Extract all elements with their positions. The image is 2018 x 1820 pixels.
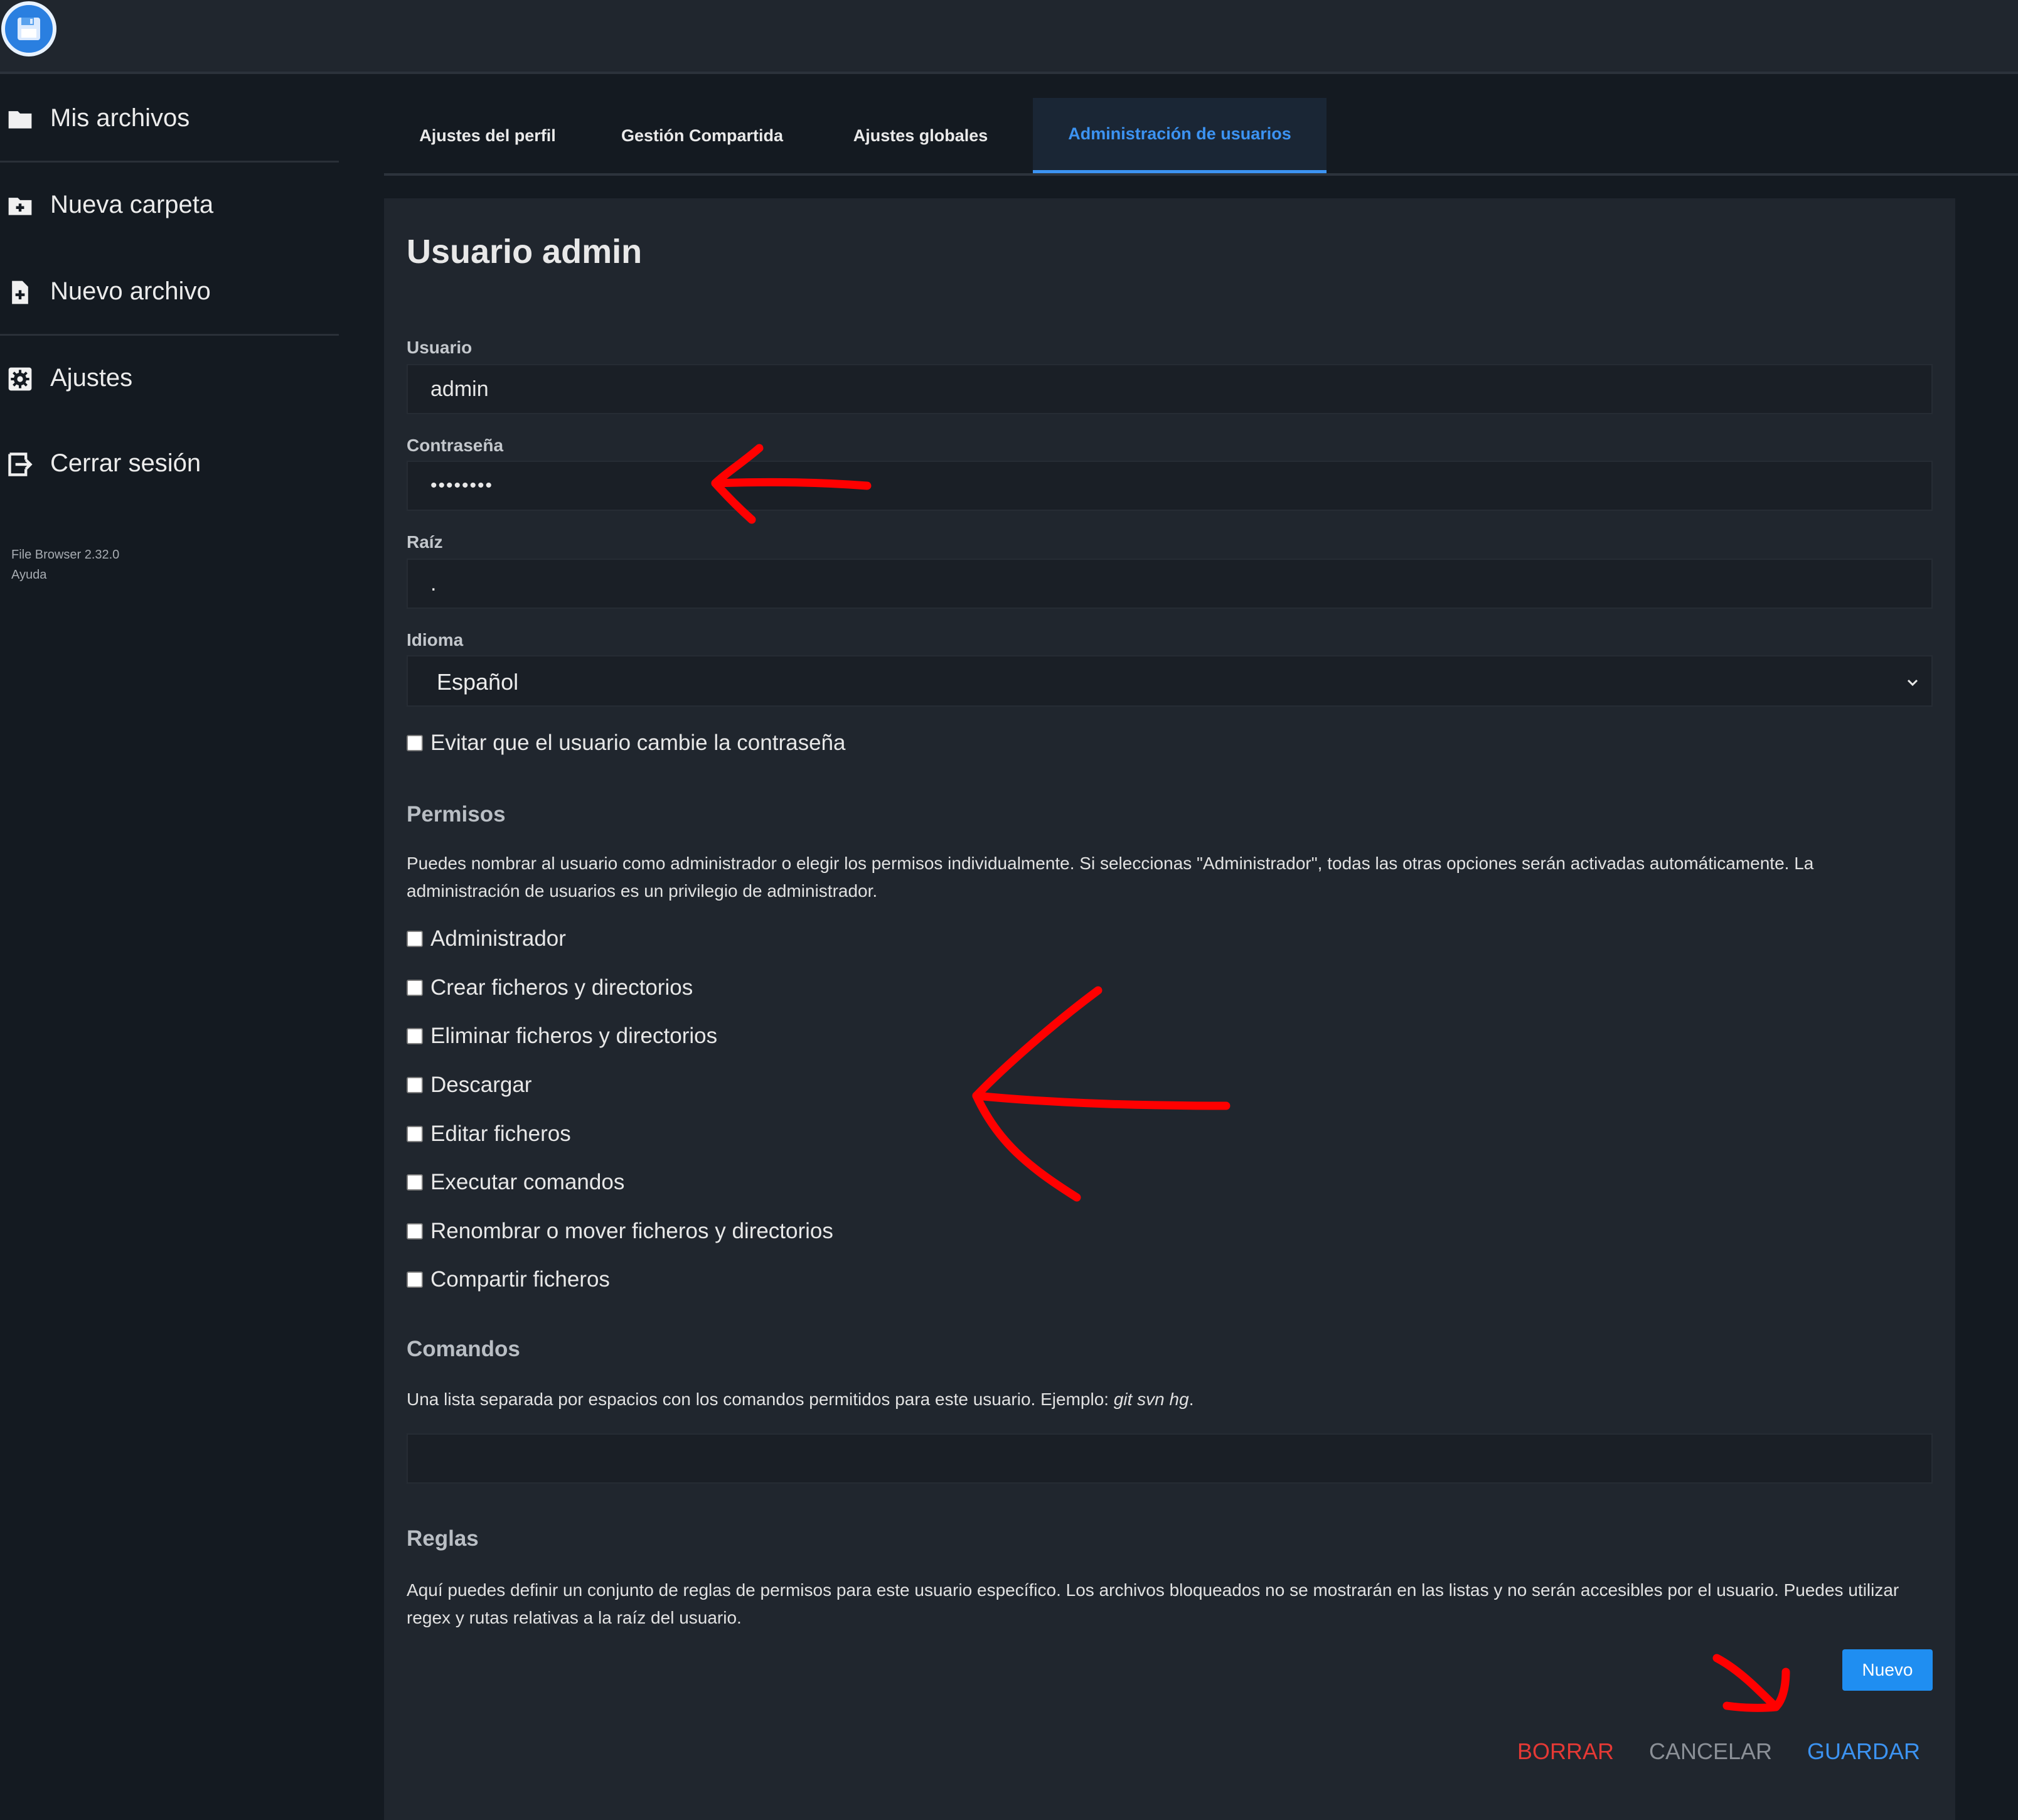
sidebar-item-label: Mis archivos <box>50 104 190 132</box>
permission-share-checkbox[interactable] <box>407 1271 423 1288</box>
user-edit-card: Usuario admin Usuario Contraseña Raíz Id… <box>384 198 1955 1820</box>
tab-global-settings[interactable]: Ajustes globales <box>811 98 1030 173</box>
sidebar-item-label: Nuevo archivo <box>50 277 211 305</box>
version-text: File Browser 2.32.0 <box>11 548 120 562</box>
permission-rename-checkbox[interactable] <box>407 1223 423 1239</box>
permissions-description: Puedes nombrar al usuario como administr… <box>407 854 1814 901</box>
permission-create-row[interactable]: Crear ficheros y directorios <box>407 974 693 1002</box>
permission-edit-row[interactable]: Editar ficheros <box>407 1120 571 1148</box>
permission-share-row[interactable]: Compartir ficheros <box>407 1266 610 1293</box>
app-version-info: File Browser 2.32.0 Ayuda <box>11 545 119 585</box>
new-rule-button[interactable]: Nuevo <box>1842 1649 1933 1691</box>
cancel-button[interactable]: CANCELAR <box>1649 1738 1772 1765</box>
sidebar-divider <box>0 334 339 336</box>
gear-icon <box>8 367 32 391</box>
lock-password-label: Evitar que el usuario cambie la contrase… <box>430 731 846 755</box>
permission-label: Executar comandos <box>430 1170 625 1194</box>
tab-profile-settings[interactable]: Ajustes del perfil <box>384 98 591 173</box>
commands-example: git svn hg <box>1113 1389 1189 1409</box>
permission-delete-row[interactable]: Eliminar ficheros y directorios <box>407 1022 717 1050</box>
permission-execute-checkbox[interactable] <box>407 1174 423 1191</box>
top-bar <box>0 0 2018 74</box>
permission-label: Renombrar o mover ficheros y directorios <box>430 1219 833 1243</box>
folder-icon <box>8 111 32 129</box>
sidebar-item-settings[interactable]: Ajustes <box>0 340 339 415</box>
language-select[interactable]: Español <box>407 655 1933 707</box>
root-label: Raíz <box>407 532 443 552</box>
settings-tabs: Ajustes del perfil Gestión Compartida Aj… <box>384 98 2018 176</box>
commands-description: Una lista separada por espacios con los … <box>407 1386 1931 1413</box>
permission-delete-checkbox[interactable] <box>407 1028 423 1044</box>
tab-user-management[interactable]: Administración de usuarios <box>1033 98 1327 173</box>
sidebar-item-logout[interactable]: Cerrar sesión <box>0 426 339 501</box>
commands-input[interactable] <box>407 1433 1933 1484</box>
permission-admin-row[interactable]: Administrador <box>407 925 566 953</box>
commands-description-end: . <box>1188 1389 1194 1409</box>
app-logo[interactable] <box>1 1 56 56</box>
delete-button[interactable]: BORRAR <box>1517 1738 1614 1765</box>
commands-description-text: Una lista separada por espacios con los … <box>407 1389 1114 1409</box>
permission-label: Editar ficheros <box>430 1121 571 1146</box>
username-label: Usuario <box>407 338 472 357</box>
permission-edit-checkbox[interactable] <box>407 1126 423 1142</box>
help-link[interactable]: Ayuda <box>11 565 119 585</box>
folder-plus-icon <box>8 198 32 215</box>
page-title: Usuario admin <box>407 233 643 270</box>
sidebar-item-new-file[interactable]: Nuevo archivo <box>0 254 339 329</box>
tab-share-management[interactable]: Gestión Compartida <box>594 98 811 173</box>
root-input[interactable] <box>407 559 1933 609</box>
permission-label: Eliminar ficheros y directorios <box>430 1024 718 1048</box>
permission-label: Crear ficheros y directorios <box>430 975 693 1000</box>
permission-label: Descargar <box>430 1073 532 1097</box>
permission-rename-row[interactable]: Renombrar o mover ficheros y directorios <box>407 1218 833 1245</box>
sidebar-item-my-files[interactable]: Mis archivos <box>0 80 339 156</box>
sidebar-divider <box>0 161 339 163</box>
save-button[interactable]: GUARDAR <box>1807 1738 1920 1765</box>
password-label: Contraseña <box>407 436 504 455</box>
username-input[interactable] <box>407 364 1933 414</box>
permission-download-row[interactable]: Descargar <box>407 1071 531 1099</box>
permission-label: Administrador <box>430 926 566 951</box>
permission-execute-row[interactable]: Executar comandos <box>407 1169 624 1196</box>
language-label: Idioma <box>407 630 464 650</box>
sidebar-item-label: Cerrar sesión <box>50 449 201 477</box>
language-select-value: Español <box>437 669 519 695</box>
file-plus-icon <box>12 281 28 304</box>
permission-create-checkbox[interactable] <box>407 980 423 996</box>
permissions-heading: Permisos <box>407 802 506 827</box>
password-input[interactable] <box>407 461 1933 511</box>
lock-password-checkbox[interactable] <box>407 735 423 751</box>
lock-password-checkbox-row[interactable]: Evitar que el usuario cambie la contrase… <box>407 729 845 757</box>
logout-icon <box>8 452 33 476</box>
sidebar-item-label: Ajustes <box>50 364 133 392</box>
rules-heading: Reglas <box>407 1526 479 1551</box>
rules-description: Aquí puedes definir un conjunto de regla… <box>407 1580 1899 1627</box>
permission-label: Compartir ficheros <box>430 1267 610 1292</box>
permission-download-checkbox[interactable] <box>407 1077 423 1093</box>
sidebar-item-new-folder[interactable]: Nueva carpeta <box>0 167 339 242</box>
commands-heading: Comandos <box>407 1337 520 1361</box>
sidebar: Mis archivos Nueva carpeta Nuevo archivo… <box>0 77 351 1820</box>
floppy-disk-icon <box>18 18 40 40</box>
permission-admin-checkbox[interactable] <box>407 931 423 947</box>
sidebar-item-label: Nueva carpeta <box>50 191 214 218</box>
chevron-down-icon <box>1907 679 1918 687</box>
